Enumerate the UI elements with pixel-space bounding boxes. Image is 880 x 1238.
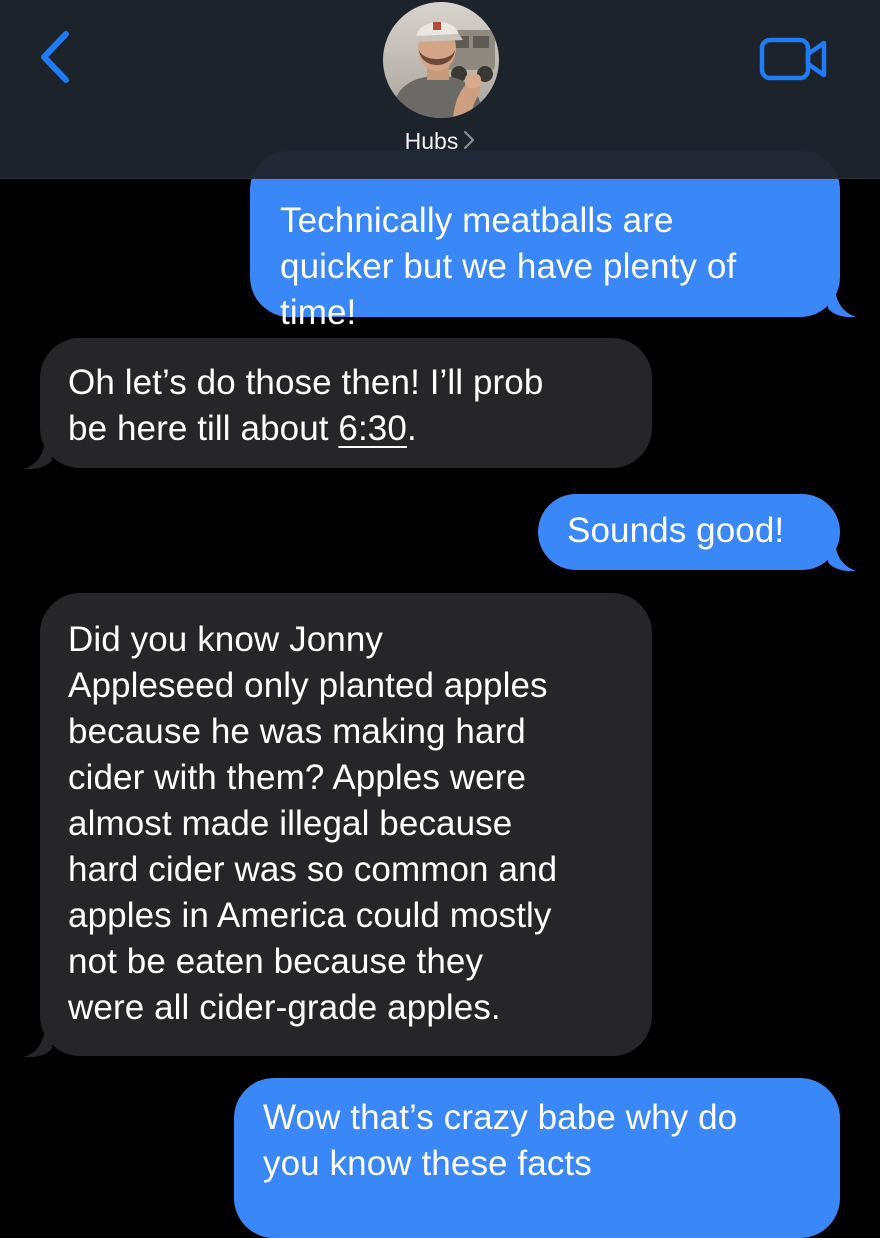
- time-link[interactable]: 6:30: [338, 409, 407, 448]
- message-line: apples in America could mostly: [68, 896, 552, 935]
- message-line: Did you know Jonny: [68, 620, 384, 659]
- message-line: cider with them? Apples were: [68, 758, 527, 797]
- message-bubble-incoming[interactable]: Oh let’s do those then! I’ll prob be her…: [40, 338, 652, 468]
- message-line: almost made illegal because: [68, 804, 513, 843]
- video-camera-icon: [759, 37, 827, 81]
- message-line: because he was making hard: [68, 712, 526, 751]
- message-line: Sounds good!: [567, 511, 785, 550]
- message-thread: Technically meatballs are quicker but we…: [0, 0, 880, 1238]
- chevron-right-icon: [464, 130, 475, 150]
- message-line: you know these facts: [263, 1144, 592, 1183]
- message-bubble-outgoing[interactable]: Wow that’s crazy babe why do you know th…: [234, 1078, 840, 1238]
- message-line: Wow that’s crazy babe why do: [263, 1098, 738, 1137]
- message-line: be here till about 6:30.: [68, 406, 622, 452]
- message-bubble-incoming[interactable]: Did you know Jonny Appleseed only plante…: [40, 593, 652, 1056]
- bubble-tail-outgoing: [828, 538, 856, 572]
- message-line: time!: [280, 293, 357, 332]
- contact-name: Hubs: [404, 128, 459, 154]
- contact-name-button[interactable]: Hubs: [0, 128, 880, 155]
- bubble-tail-outgoing: [828, 284, 856, 318]
- conversation-header: Hubs: [0, 0, 880, 179]
- message-line: quicker but we have plenty of: [280, 247, 737, 286]
- message-line: not be eaten because they: [68, 942, 484, 981]
- avatar-photo: [383, 2, 499, 118]
- message-line: were all cider-grade apples.: [68, 988, 501, 1027]
- back-button[interactable]: [26, 24, 86, 90]
- message-line: Technically meatballs are: [280, 201, 674, 240]
- bubble-tail-incoming: [24, 436, 52, 470]
- message-bubble-outgoing[interactable]: Sounds good!: [538, 494, 840, 570]
- message-line: hard cider was so common and: [68, 850, 558, 889]
- chevron-left-icon: [41, 31, 69, 83]
- message-text: be here till about: [68, 409, 339, 448]
- video-call-button[interactable]: [758, 34, 830, 84]
- message-line: Appleseed only planted apples: [68, 666, 548, 705]
- contact-avatar[interactable]: [383, 2, 499, 118]
- bubble-tail-incoming: [24, 1024, 52, 1058]
- message-text: .: [406, 409, 417, 448]
- message-line: Oh let’s do those then! I’ll prob: [68, 363, 544, 402]
